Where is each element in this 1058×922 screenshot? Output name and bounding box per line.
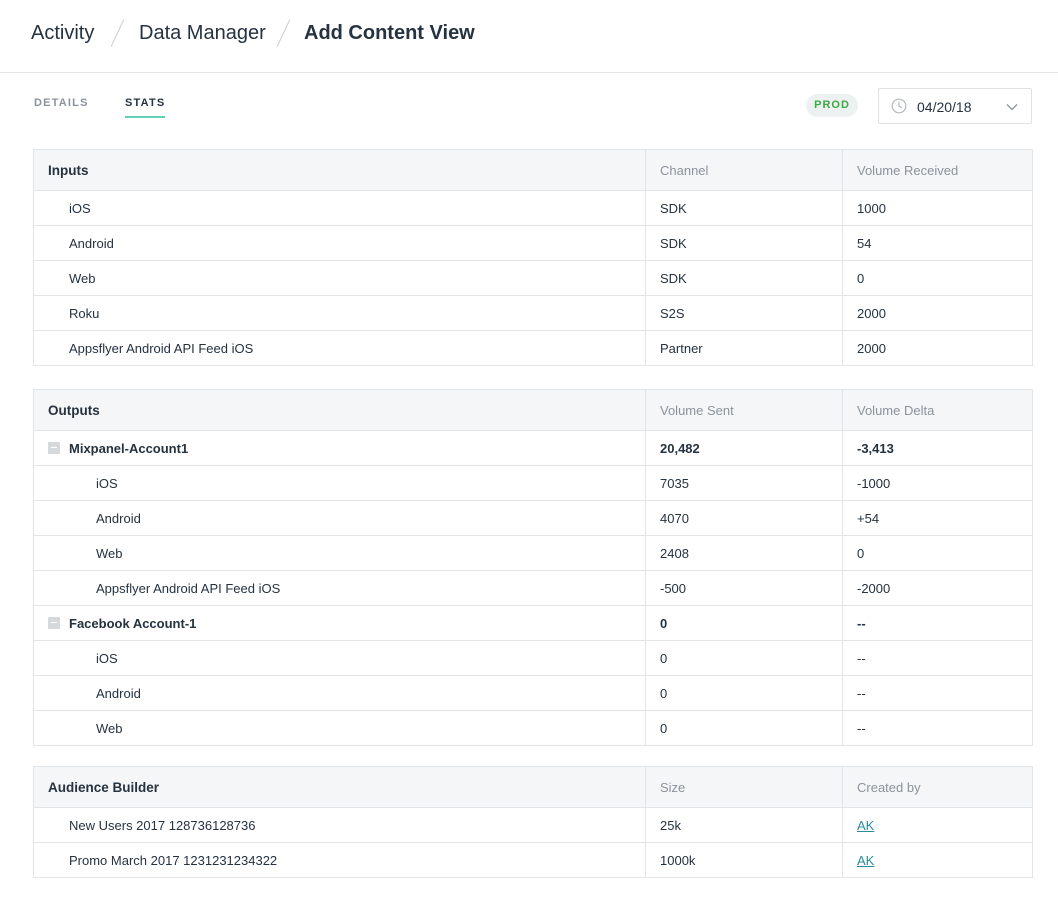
output-sent: -500 <box>645 570 843 606</box>
table-row: Web SDK 0 <box>33 260 1033 296</box>
output-delta: +54 <box>842 500 1033 536</box>
page-title: Add Content View <box>304 22 475 44</box>
output-group-sent: 20,482 <box>645 430 843 466</box>
outputs-table: Outputs Volume Sent Volume Delta Mixpane… <box>33 389 1033 746</box>
input-name: Web <box>33 260 646 296</box>
breadcrumb-separator <box>110 19 125 47</box>
tab-stats[interactable]: STATS <box>125 96 165 110</box>
audience-size: 25k <box>645 807 843 843</box>
output-sent: 4070 <box>645 500 843 536</box>
input-channel: S2S <box>645 295 843 331</box>
collapse-icon[interactable] <box>48 441 60 454</box>
input-volume: 0 <box>842 260 1033 296</box>
table-row: iOS 7035 -1000 <box>33 465 1033 501</box>
input-volume: 2000 <box>842 295 1033 331</box>
table-row: iOS 0 -- <box>33 640 1033 676</box>
inputs-table: Inputs Channel Volume Received iOS SDK 1… <box>33 149 1033 366</box>
output-name: Appsflyer Android API Feed iOS <box>33 570 646 606</box>
breadcrumb-separator <box>276 19 291 47</box>
table-header-row: Outputs Volume Sent Volume Delta <box>33 389 1033 431</box>
output-sent: 0 <box>645 710 843 746</box>
output-group-row: Mixpanel-Account1 20,482 -3,413 <box>33 430 1033 466</box>
output-sent: 0 <box>645 640 843 676</box>
collapse-icon[interactable] <box>48 616 60 629</box>
audience-builder-table: Audience Builder Size Created by New Use… <box>33 766 1033 878</box>
column-header-size: Size <box>645 766 843 808</box>
output-group-delta: -3,413 <box>842 430 1033 466</box>
audience-name: Promo March 2017 1231231234322 <box>33 842 646 878</box>
input-name: Android <box>33 225 646 261</box>
table-row: Roku S2S 2000 <box>33 295 1033 331</box>
input-channel: SDK <box>645 225 843 261</box>
output-name: iOS <box>33 640 646 676</box>
input-name: iOS <box>33 190 646 226</box>
table-row: Android 0 -- <box>33 675 1033 711</box>
section-title-inputs: Inputs <box>33 149 646 191</box>
output-name: iOS <box>33 465 646 501</box>
created-by-link[interactable]: AK <box>857 818 874 833</box>
output-delta: -2000 <box>842 570 1033 606</box>
table-row: New Users 2017 128736128736 25k AK <box>33 807 1033 843</box>
column-header-volume-sent: Volume Sent <box>645 389 843 431</box>
table-row: iOS SDK 1000 <box>33 190 1033 226</box>
output-delta: 0 <box>842 535 1033 571</box>
section-title-audience-builder: Audience Builder <box>33 766 646 808</box>
active-tab-indicator <box>125 116 165 118</box>
table-row: Web 0 -- <box>33 710 1033 746</box>
output-name: Android <box>33 500 646 536</box>
output-group-name: Mixpanel-Account1 <box>69 440 189 456</box>
column-header-volume-delta: Volume Delta <box>842 389 1033 431</box>
date-picker[interactable]: 04/20/18 <box>878 88 1032 124</box>
output-sent: 0 <box>645 675 843 711</box>
output-delta: -1000 <box>842 465 1033 501</box>
environment-badge: PROD <box>806 94 858 117</box>
output-delta: -- <box>842 675 1033 711</box>
output-name: Android <box>33 675 646 711</box>
output-group-sent: 0 <box>645 605 843 641</box>
output-delta: -- <box>842 640 1033 676</box>
breadcrumb-activity[interactable]: Activity <box>31 20 94 46</box>
table-row: Promo March 2017 1231231234322 1000k AK <box>33 842 1033 878</box>
input-volume: 2000 <box>842 330 1033 366</box>
audience-name: New Users 2017 128736128736 <box>33 807 646 843</box>
table-row: Appsflyer Android API Feed iOS Partner 2… <box>33 330 1033 366</box>
column-header-channel: Channel <box>645 149 843 191</box>
input-name: Roku <box>33 295 646 331</box>
table-row: Web 2408 0 <box>33 535 1033 571</box>
output-group-name: Facebook Account-1 <box>69 615 197 631</box>
clock-icon <box>891 98 907 114</box>
column-header-created-by: Created by <box>842 766 1033 808</box>
output-group-delta: -- <box>842 605 1033 641</box>
section-title-outputs: Outputs <box>33 389 646 431</box>
audience-size: 1000k <box>645 842 843 878</box>
input-channel: SDK <box>645 260 843 296</box>
column-header-volume-received: Volume Received <box>842 149 1033 191</box>
output-name: Web <box>33 535 646 571</box>
input-name: Appsflyer Android API Feed iOS <box>33 330 646 366</box>
top-bar: Activity Data Manager Add Content View <box>0 0 1058 73</box>
output-name: Web <box>33 710 646 746</box>
table-row: Android 4070 +54 <box>33 500 1033 536</box>
input-volume: 54 <box>842 225 1033 261</box>
created-by-link[interactable]: AK <box>857 853 874 868</box>
breadcrumb-data-manager[interactable]: Data Manager <box>139 20 266 46</box>
input-volume: 1000 <box>842 190 1033 226</box>
input-channel: Partner <box>645 330 843 366</box>
output-sent: 7035 <box>645 465 843 501</box>
output-group-row: Facebook Account-1 0 -- <box>33 605 1033 641</box>
table-row: Android SDK 54 <box>33 225 1033 261</box>
table-row: Appsflyer Android API Feed iOS -500 -200… <box>33 570 1033 606</box>
chevron-down-icon <box>1006 104 1018 111</box>
input-channel: SDK <box>645 190 843 226</box>
table-header-row: Audience Builder Size Created by <box>33 766 1033 808</box>
output-sent: 2408 <box>645 535 843 571</box>
table-header-row: Inputs Channel Volume Received <box>33 149 1033 191</box>
date-value: 04/20/18 <box>917 99 972 115</box>
tab-details[interactable]: DETAILS <box>34 96 89 110</box>
output-delta: -- <box>842 710 1033 746</box>
